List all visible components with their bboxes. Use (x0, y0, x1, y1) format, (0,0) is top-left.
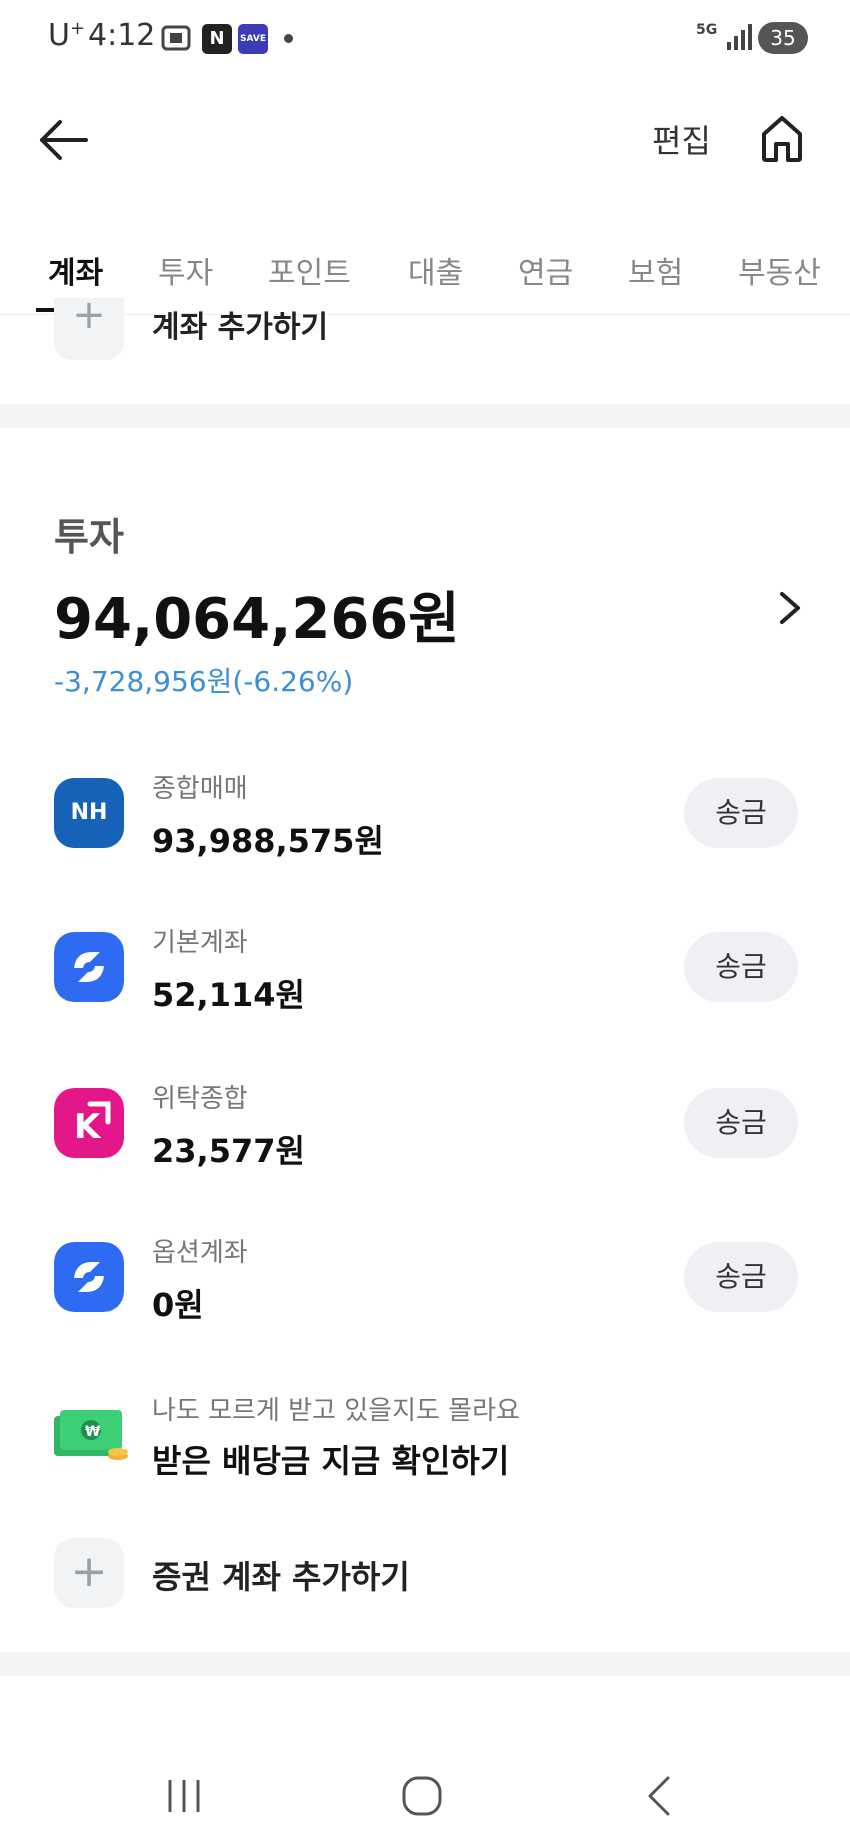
nh-logo-icon: NH (54, 778, 124, 848)
section-divider (0, 404, 850, 428)
toss-logo-icon (54, 1242, 124, 1312)
section-divider (0, 1652, 850, 1676)
tab-insurance[interactable]: 보험 (628, 248, 683, 292)
screenshot-icon (161, 25, 191, 51)
back-nav-icon[interactable] (644, 1774, 674, 1818)
investment-change: -3,728,956원(-6.26%) (54, 665, 354, 698)
investment-total[interactable]: 94,064,266원 (54, 574, 460, 655)
tab-accounts[interactable]: 계좌 (48, 248, 103, 292)
send-button[interactable]: 송금 (684, 932, 798, 1002)
account-name: 종합매매 (152, 774, 248, 804)
tab-real-estate[interactable]: 부동산 (738, 248, 821, 292)
network-type-label: 5G (696, 22, 718, 38)
category-tabs: 계좌 투자 포인트 대출 연금 보험 부동산 (0, 240, 850, 315)
dividend-check-link[interactable]: 받은 배당금 지금 확인하기 (152, 1436, 509, 1482)
dividend-subtitle: 나도 모르게 받고 있을지도 몰라요 (152, 1396, 520, 1426)
naver-icon: N (202, 24, 232, 54)
tab-investment[interactable]: 투자 (158, 248, 213, 292)
carrier-label: U+ (48, 18, 86, 53)
send-button[interactable]: 송금 (684, 1088, 798, 1158)
svg-text:K: K (74, 1107, 102, 1147)
account-balance[interactable]: 93,988,575원 (152, 816, 384, 862)
battery-icon: 35 (758, 22, 808, 54)
section-title: 투자 (54, 515, 124, 559)
tab-pension[interactable]: 연금 (518, 248, 573, 292)
account-name: 위탁종합 (152, 1084, 248, 1114)
toss-logo-icon (54, 932, 124, 1002)
tab-loans[interactable]: 대출 (408, 248, 463, 292)
send-button[interactable]: 송금 (684, 1242, 798, 1312)
status-bar: U+ 4:12 N SAVE 5G 35 (0, 0, 850, 80)
signal-icon (727, 24, 752, 50)
clock: 4:12 (88, 18, 156, 53)
home-icon[interactable] (758, 112, 806, 164)
add-securities-account-link[interactable]: 증권 계좌 추가하기 (152, 1552, 410, 1598)
account-name: 기본계좌 (152, 928, 248, 958)
tab-points[interactable]: 포인트 (268, 248, 351, 292)
home-nav-icon[interactable] (400, 1774, 444, 1818)
notification-dot-icon (284, 34, 293, 43)
system-nav-bar (0, 1760, 850, 1842)
account-balance[interactable]: 52,114원 (152, 970, 305, 1016)
add-account-link[interactable]: 계좌 추가하기 (152, 302, 328, 346)
account-balance[interactable]: 23,577원 (152, 1126, 305, 1172)
save-app-icon: SAVE (238, 24, 268, 54)
svg-text:₩: ₩ (85, 1424, 101, 1440)
money-stack-icon: ₩ (54, 1410, 128, 1460)
plus-icon[interactable]: + (54, 1538, 124, 1608)
plus-icon[interactable]: + (54, 295, 124, 360)
edit-button[interactable]: 편집 (652, 116, 711, 162)
account-balance[interactable]: 0원 (152, 1280, 204, 1326)
kiwoom-logo-icon: K (54, 1088, 124, 1158)
account-name: 옵션계좌 (152, 1238, 248, 1268)
send-button[interactable]: 송금 (684, 778, 798, 848)
recent-apps-icon[interactable] (164, 1776, 204, 1816)
back-arrow-icon[interactable] (36, 112, 92, 168)
chevron-right-icon[interactable] (774, 588, 806, 628)
